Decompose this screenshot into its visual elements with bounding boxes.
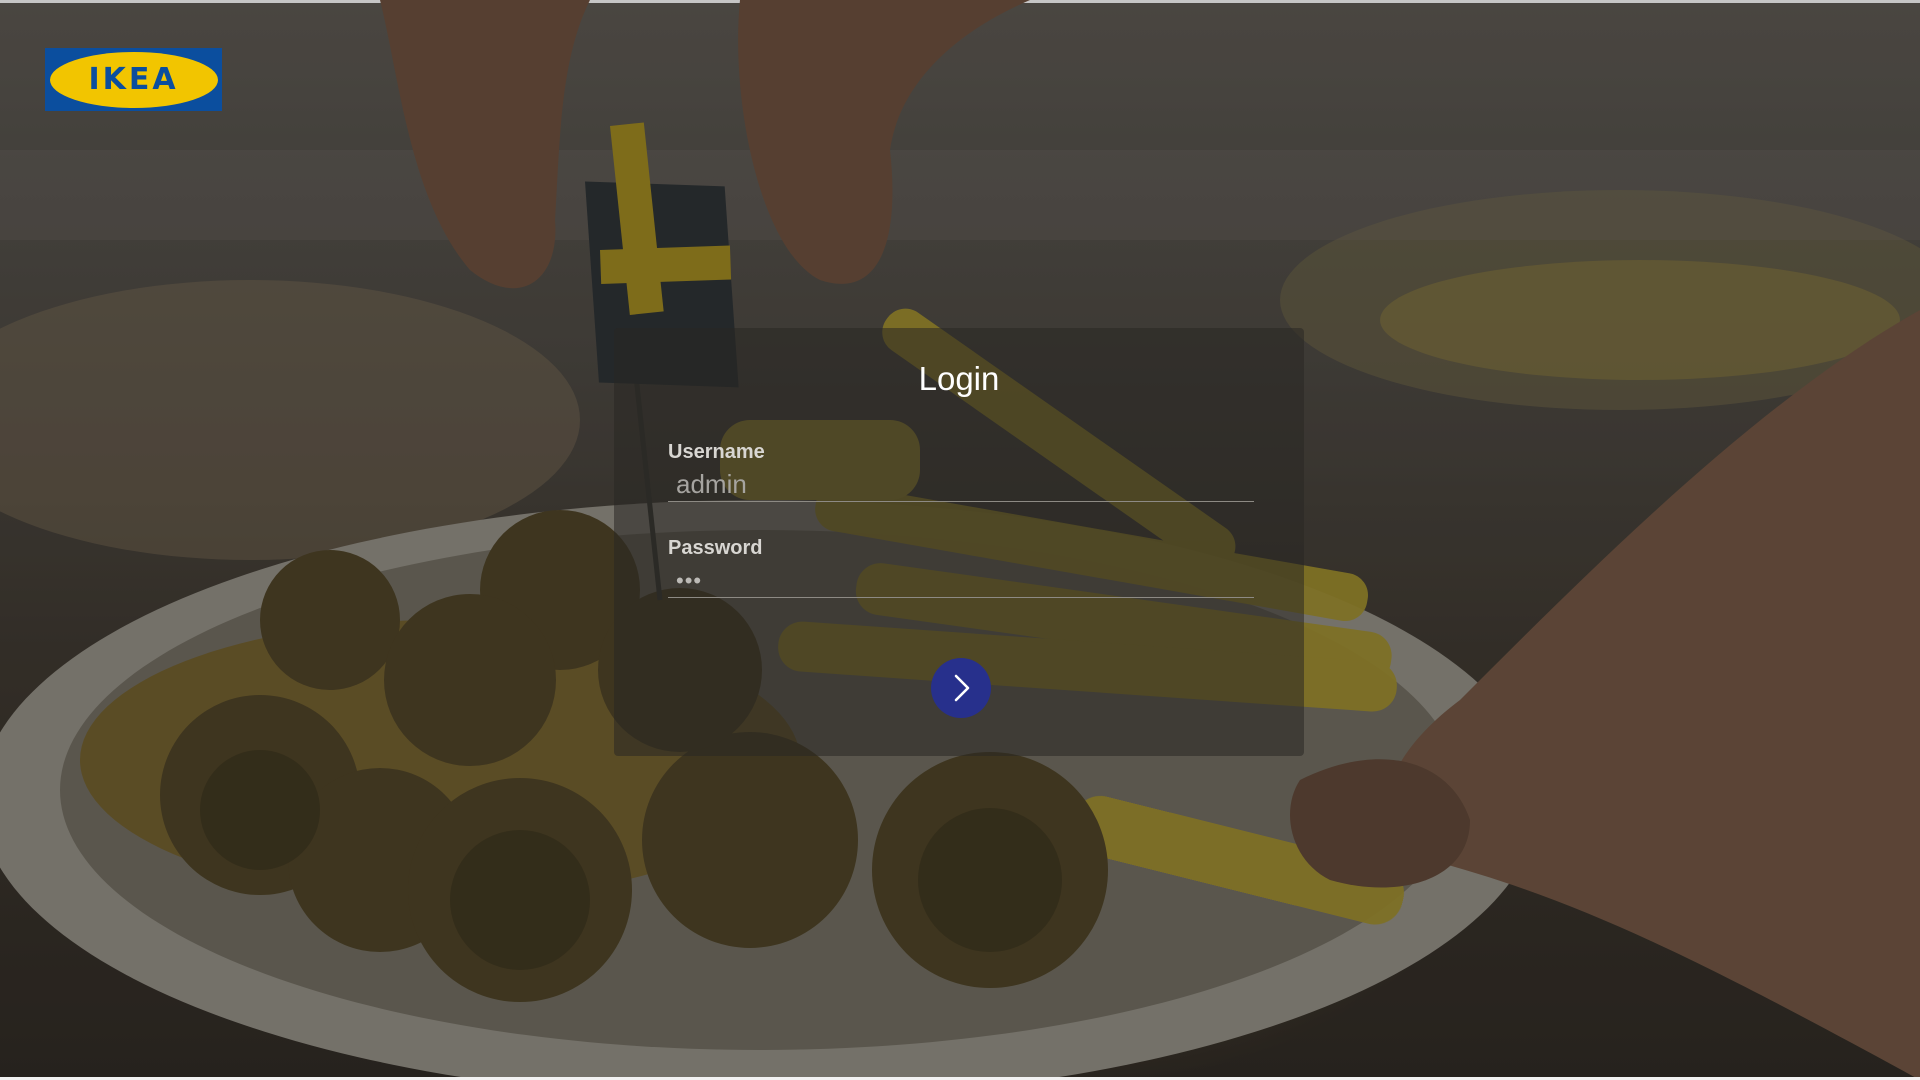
login-panel: Login Username Password •••	[614, 328, 1304, 756]
login-title: Login	[918, 360, 1000, 397]
password-input[interactable]: •••	[668, 564, 1254, 598]
ikea-logo: IKEA	[45, 48, 222, 111]
username-input[interactable]	[668, 468, 1254, 502]
logo-text: IKEA	[88, 62, 179, 97]
username-label: Username	[668, 441, 765, 463]
logo-oval: IKEA	[49, 51, 218, 108]
password-label: Password	[668, 537, 763, 559]
submit-button[interactable]	[931, 658, 991, 718]
chevron-right-icon	[954, 674, 970, 702]
